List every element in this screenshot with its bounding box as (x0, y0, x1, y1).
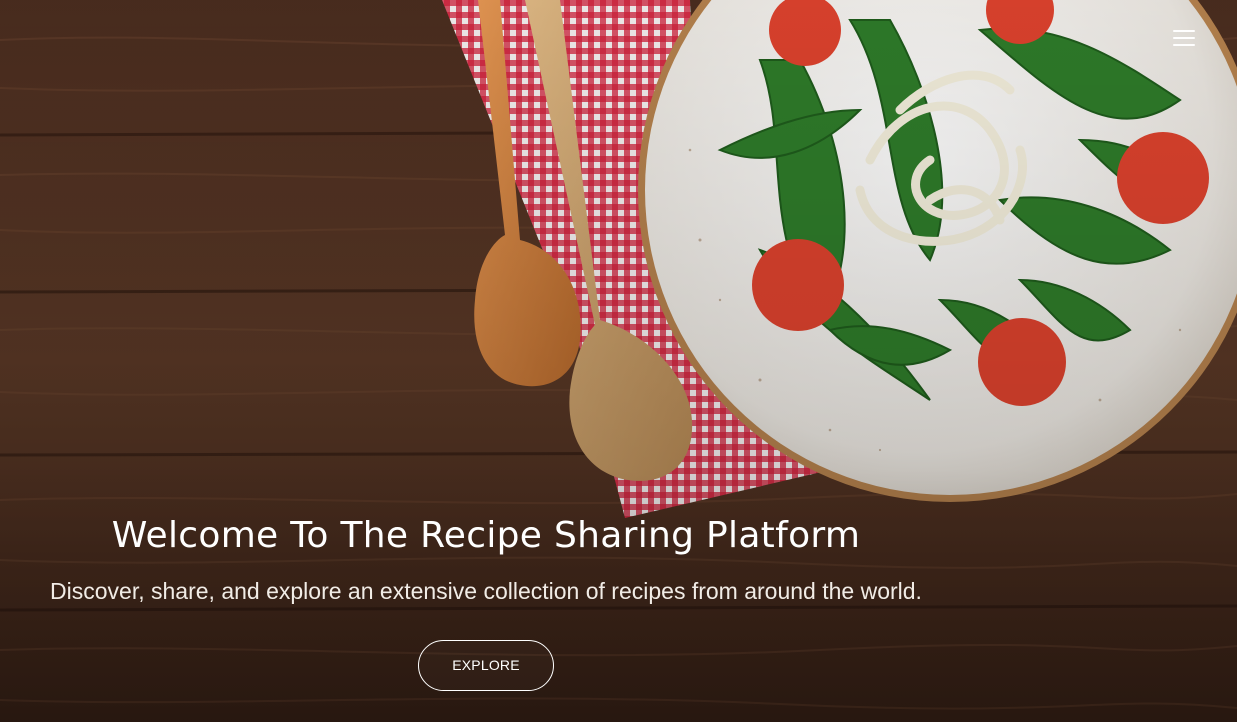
hero-section: Welcome To The Recipe Sharing Platform D… (0, 0, 1237, 722)
menu-line (1173, 44, 1195, 46)
hero-title: Welcome To The Recipe Sharing Platform (111, 515, 861, 556)
hero-subtitle: Discover, share, and explore an extensiv… (50, 578, 922, 604)
menu-line (1173, 30, 1195, 32)
menu-line (1173, 37, 1195, 39)
hamburger-menu-icon[interactable] (1169, 26, 1199, 50)
explore-button[interactable]: EXPLORE (418, 640, 554, 691)
hero-content: Welcome To The Recipe Sharing Platform D… (0, 500, 972, 691)
